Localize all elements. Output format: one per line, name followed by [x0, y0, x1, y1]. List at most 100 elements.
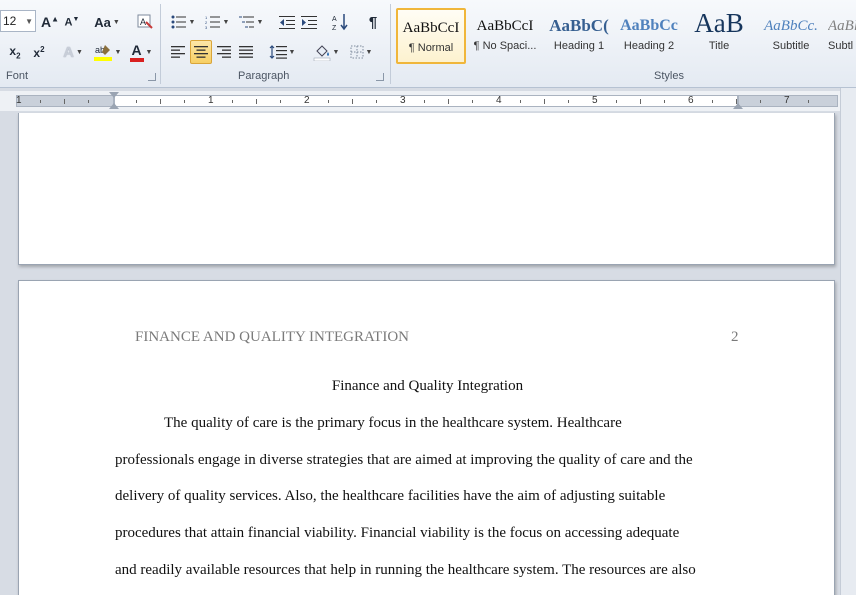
- chevron-down-icon[interactable]: ▼: [25, 17, 33, 26]
- numbered-list-icon: 1 2 3: [205, 15, 220, 29]
- page-2[interactable]: FINANCE AND QUALITY INTEGRATION 2 Financ…: [18, 280, 835, 595]
- style-name: Subtitle: [772, 40, 810, 52]
- increase-indent-button[interactable]: [298, 10, 320, 34]
- subscript-button[interactable]: x2: [4, 40, 26, 64]
- paragraph-dialog-launcher-icon[interactable]: [376, 73, 384, 81]
- body-line[interactable]: and readily available resources that hel…: [115, 562, 696, 579]
- style-subtitle[interactable]: AaBbCc. Subtitle: [756, 8, 826, 64]
- bullets-button[interactable]: ▼: [168, 10, 198, 34]
- chevron-down-icon: ▼: [222, 18, 230, 26]
- ruler-tick: [664, 100, 665, 103]
- body-line[interactable]: procedures that attain financial viabili…: [115, 525, 679, 542]
- ruler-number: 5: [592, 95, 598, 106]
- style-name: Subtl: [828, 40, 854, 52]
- ruler-tick: [712, 100, 713, 103]
- grow-font-button[interactable]: A▲: [40, 10, 60, 34]
- ruler-number: 1: [16, 95, 22, 106]
- style-name: Title: [708, 40, 730, 52]
- ruler-tick: [88, 100, 89, 103]
- chevron-down-icon: ▼: [145, 48, 153, 56]
- group-divider: [160, 4, 161, 84]
- right-indent-marker[interactable]: [733, 103, 743, 109]
- style-no-spacing[interactable]: AaBbCcI ¶ No Spaci...: [470, 8, 540, 64]
- show-formatting-marks-button[interactable]: ¶: [362, 10, 384, 34]
- style-name: ¶ No Spaci...: [473, 40, 537, 52]
- align-right-button[interactable]: [214, 40, 234, 64]
- ruler-tick: [424, 100, 425, 103]
- style-sample: AaBbCcI: [402, 20, 460, 36]
- pilcrow-icon: ¶: [368, 13, 378, 31]
- style-heading-2[interactable]: AaBbCc Heading 2: [614, 8, 684, 64]
- ruler-number: 6: [688, 95, 694, 106]
- font-color-letter: A: [131, 42, 142, 58]
- font-color-button[interactable]: A ▼: [126, 40, 156, 64]
- clear-formatting-button[interactable]: A: [134, 10, 156, 34]
- document-title[interactable]: Finance and Quality Integration: [19, 378, 836, 395]
- horizontal-ruler[interactable]: 1 1 2 3 4 5 6 7: [0, 91, 840, 111]
- ruler-number: 1: [208, 95, 214, 106]
- numbering-button[interactable]: 1 2 3 ▼: [202, 10, 232, 34]
- body-line[interactable]: delivery of quality services. Also, the …: [115, 488, 665, 505]
- sort-button[interactable]: A Z: [330, 10, 352, 34]
- shading-button[interactable]: ▼: [310, 40, 342, 64]
- style-title[interactable]: AaB Title: [684, 8, 754, 64]
- decrease-indent-button[interactable]: [276, 10, 298, 34]
- borders-icon: [350, 45, 364, 59]
- align-left-icon: [171, 46, 185, 58]
- chevron-down-icon: ▼: [75, 48, 83, 56]
- body-line[interactable]: professionals engage in diverse strategi…: [115, 452, 693, 469]
- page-number[interactable]: 2: [731, 329, 739, 346]
- line-spacing-button[interactable]: ▼: [266, 40, 298, 64]
- subscript-icon: x2: [9, 43, 21, 61]
- bullet-list-icon: [171, 15, 186, 29]
- ruler-tick: [328, 100, 329, 103]
- ruler-tick: [352, 99, 353, 104]
- chevron-down-icon: ▼: [188, 18, 196, 26]
- group-divider: [390, 4, 391, 84]
- ruler-tick: [160, 99, 161, 104]
- multilevel-list-icon: [238, 16, 254, 28]
- ruler-tick: [640, 99, 641, 104]
- ruler-tick: [736, 99, 737, 104]
- running-header[interactable]: FINANCE AND QUALITY INTEGRATION: [135, 329, 409, 346]
- align-right-icon: [217, 46, 231, 58]
- font-dialog-launcher-icon[interactable]: [148, 73, 156, 81]
- shrink-font-button[interactable]: A▼: [62, 10, 82, 34]
- hanging-indent-marker[interactable]: [109, 103, 119, 109]
- align-left-button[interactable]: [168, 40, 188, 64]
- ribbon: 12 ▼ A▲ A▼ Aa ▼ A x2 x2 A ▼ ab ▼ A ▼ Fon…: [0, 0, 856, 88]
- page-1[interactable]: [18, 113, 835, 265]
- chevron-down-icon: ▼: [256, 18, 264, 26]
- ruler-tick: [64, 99, 65, 104]
- first-line-indent-marker[interactable]: [109, 92, 119, 98]
- multilevel-list-button[interactable]: ▼: [236, 10, 266, 34]
- paragraph-group-label: Paragraph: [238, 70, 290, 82]
- ruler-number: 7: [784, 95, 790, 106]
- style-subtle-emphasis[interactable]: AaBl Subtl: [828, 8, 856, 64]
- style-heading-1[interactable]: AaBbC( Heading 1: [544, 8, 614, 64]
- ruler-tick: [472, 100, 473, 103]
- ruler-number: 4: [496, 95, 502, 106]
- superscript-button[interactable]: x2: [28, 40, 50, 64]
- font-size-combobox[interactable]: 12 ▼: [0, 10, 36, 32]
- ruler-tick: [520, 100, 521, 103]
- chevron-down-icon: ▼: [112, 18, 120, 26]
- text-effects-button[interactable]: A ▼: [58, 40, 88, 64]
- clear-formatting-icon: A: [137, 14, 153, 29]
- borders-button[interactable]: ▼: [346, 40, 376, 64]
- justify-button[interactable]: [236, 40, 256, 64]
- body-line[interactable]: The quality of care is the primary focus…: [164, 415, 622, 432]
- ruler-tick: [232, 100, 233, 103]
- style-sample: AaBbCc: [620, 17, 678, 34]
- font-size-value: 12: [3, 14, 17, 28]
- ruler-number: 2: [304, 95, 310, 106]
- text-highlight-button[interactable]: ab ▼: [90, 40, 124, 64]
- ruler-tick: [616, 100, 617, 103]
- ruler-tick: [280, 100, 281, 103]
- change-case-button[interactable]: Aa ▼: [92, 10, 122, 34]
- chevron-down-icon: ▼: [332, 48, 340, 56]
- style-normal[interactable]: AaBbCcI ¶ Normal: [396, 8, 466, 64]
- align-center-button[interactable]: [190, 40, 212, 64]
- ruler-tick: [136, 100, 137, 103]
- vertical-scrollbar[interactable]: [840, 88, 856, 595]
